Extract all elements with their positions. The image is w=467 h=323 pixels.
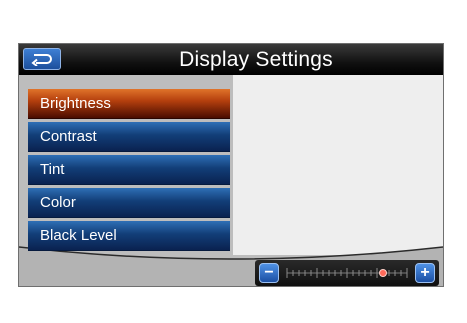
menu-item-color[interactable]: Color xyxy=(28,188,230,218)
return-arrow-icon xyxy=(31,54,52,66)
increase-button[interactable]: + xyxy=(415,263,435,283)
menu-item-black-level[interactable]: Black Level xyxy=(28,221,230,251)
settings-menu: Brightness Contrast Tint Color Black Lev… xyxy=(28,89,230,254)
page-title: Display Settings xyxy=(179,48,333,71)
menu-item-tint[interactable]: Tint xyxy=(28,155,230,185)
display-settings-screen: Display Settings Brightness Contrast Tin… xyxy=(18,43,444,287)
menu-item-label: Contrast xyxy=(40,128,97,145)
title-bar: Display Settings xyxy=(19,44,443,75)
content-area: Brightness Contrast Tint Color Black Lev… xyxy=(19,75,443,286)
decrease-button[interactable]: − xyxy=(259,263,279,283)
menu-item-label: Brightness xyxy=(40,95,111,112)
slider-track[interactable] xyxy=(285,264,409,282)
menu-item-label: Black Level xyxy=(40,227,117,244)
page: Display Settings Brightness Contrast Tin… xyxy=(0,0,467,323)
level-slider: − + xyxy=(255,260,439,286)
back-button[interactable] xyxy=(23,48,61,70)
slider-thumb[interactable] xyxy=(379,269,387,277)
menu-item-brightness[interactable]: Brightness xyxy=(28,89,230,119)
menu-item-label: Tint xyxy=(40,161,65,178)
menu-item-label: Color xyxy=(40,194,76,211)
menu-item-contrast[interactable]: Contrast xyxy=(28,122,230,152)
